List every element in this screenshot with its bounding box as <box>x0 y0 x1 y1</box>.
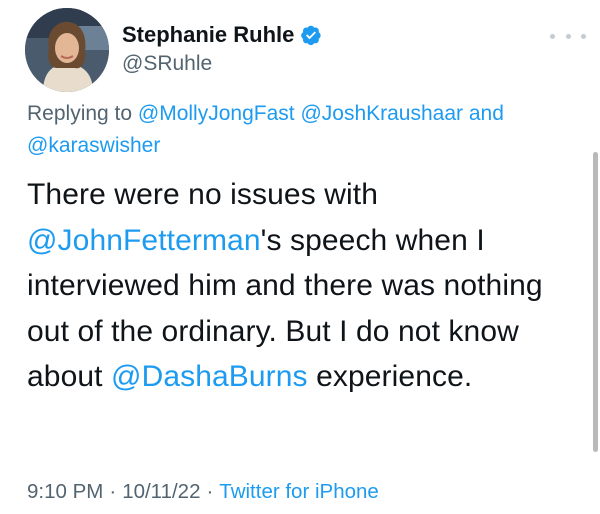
reply-mention-karaswisher[interactable]: @karaswisher <box>27 134 160 157</box>
tweet-mention-dashaburns[interactable]: @DashaBurns <box>111 360 308 393</box>
tweet-date[interactable]: 10/11/22 <box>122 480 200 503</box>
author-row: Stephanie Ruhle <box>122 22 322 48</box>
tweet-meta: 9:10 PM · 10/11/22 · Twitter for iPhone <box>27 480 379 504</box>
meta-separator: · <box>206 480 214 503</box>
meta-separator: · <box>109 480 117 503</box>
profile-photo-icon <box>25 8 109 92</box>
more-options-icon[interactable] <box>550 26 586 46</box>
reply-mention-mollyjongfast[interactable]: @MollyJongFast <box>138 102 295 125</box>
tweet-mention-johnfetterman[interactable]: @JohnFetterman <box>27 224 261 257</box>
scrollbar[interactable] <box>593 152 598 452</box>
reply-mention-joshkraushaar[interactable]: @JoshKraushaar <box>300 102 463 125</box>
tweet-source-link[interactable]: Twitter for iPhone <box>219 480 379 503</box>
reply-mention-and[interactable]: and <box>463 102 504 125</box>
tweet-text: There were no issues with @JohnFetterman… <box>27 172 587 400</box>
tweet: Stephanie Ruhle @SRuhle Replying to @Mol… <box>0 0 600 514</box>
tweet-time[interactable]: 9:10 PM <box>27 480 103 503</box>
author-handle[interactable]: @SRuhle <box>122 52 212 76</box>
display-name[interactable]: Stephanie Ruhle <box>122 22 294 48</box>
replying-to: Replying to @MollyJongFast @JoshKraushaa… <box>27 98 577 162</box>
verified-badge-icon <box>300 24 322 46</box>
tweet-text-segment: There were no issues with <box>27 178 378 211</box>
tweet-text-segment: experience. <box>307 360 473 393</box>
avatar[interactable] <box>25 8 109 92</box>
replying-prefix: Replying to <box>27 102 138 125</box>
